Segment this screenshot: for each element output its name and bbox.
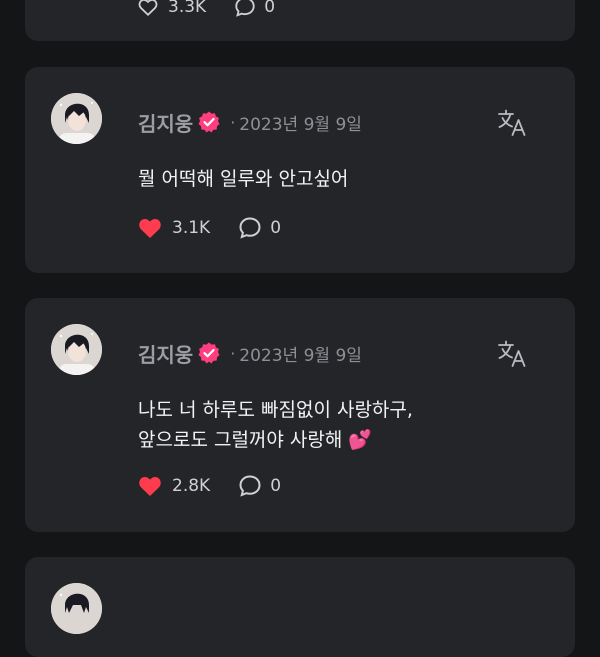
comment-icon[interactable]	[238, 216, 262, 240]
comment-stat[interactable]: 0	[238, 474, 281, 498]
author-name[interactable]: 김지웅	[138, 108, 193, 137]
post-card: 김지웅 · 2023년 9월 9일 뭘 어떡해 일루와 안고싶어 3.1K 0	[25, 67, 575, 273]
avatar[interactable]	[51, 583, 102, 634]
verified-badge-icon	[197, 341, 221, 365]
post-text: 뭘 어떡해 일루와 안고싶어	[138, 168, 349, 190]
post-header: 김지웅 · 2023년 9월 9일	[138, 107, 362, 137]
verified-badge-icon	[197, 110, 221, 134]
separator-dot: ·	[230, 343, 236, 363]
post-stats: 3.1K 0	[138, 216, 281, 240]
avatar[interactable]	[51, 324, 102, 375]
like-stat[interactable]: 3.3K	[138, 0, 206, 17]
comment-stat[interactable]: 0	[234, 0, 275, 18]
post-header: 김지웅 · 2023년 9월 9일	[138, 338, 362, 368]
comment-icon[interactable]	[234, 0, 256, 18]
like-count: 3.1K	[172, 218, 211, 238]
like-count: 2.8K	[172, 476, 211, 496]
comment-count: 0	[264, 0, 276, 17]
translate-icon[interactable]	[496, 338, 528, 370]
post-card: 김지웅 · 2023년 9월 9일 나도 너 하루도 빠짐없이 사랑하구, 앞으…	[25, 298, 575, 532]
post-date: 2023년 9월 9일	[239, 345, 362, 366]
avatar[interactable]	[51, 93, 102, 144]
translate-icon[interactable]	[496, 107, 528, 139]
post-date: 2023년 9월 9일	[239, 114, 362, 135]
separator-dot: ·	[230, 112, 236, 132]
like-stat[interactable]: 3.1K	[138, 217, 210, 239]
comment-icon[interactable]	[238, 474, 262, 498]
heart-outline-icon[interactable]	[138, 0, 158, 16]
post-card-previous: 3.3K 0	[25, 0, 575, 41]
like-stat[interactable]: 2.8K	[138, 475, 210, 497]
comment-stat[interactable]: 0	[238, 216, 281, 240]
comment-count: 0	[270, 218, 282, 238]
post-stats: 2.8K 0	[138, 474, 281, 498]
comment-count: 0	[270, 476, 282, 496]
heart-icon[interactable]	[138, 217, 162, 239]
post-stats: 3.3K 0	[138, 0, 275, 18]
post-text: 나도 너 하루도 빠짐없이 사랑하구, 앞으로도 그럴꺼야 사랑해 💕	[138, 399, 413, 451]
author-name[interactable]: 김지웅	[138, 339, 193, 368]
post-card-next	[25, 557, 575, 657]
like-count: 3.3K	[168, 0, 207, 17]
heart-icon[interactable]	[138, 475, 162, 497]
